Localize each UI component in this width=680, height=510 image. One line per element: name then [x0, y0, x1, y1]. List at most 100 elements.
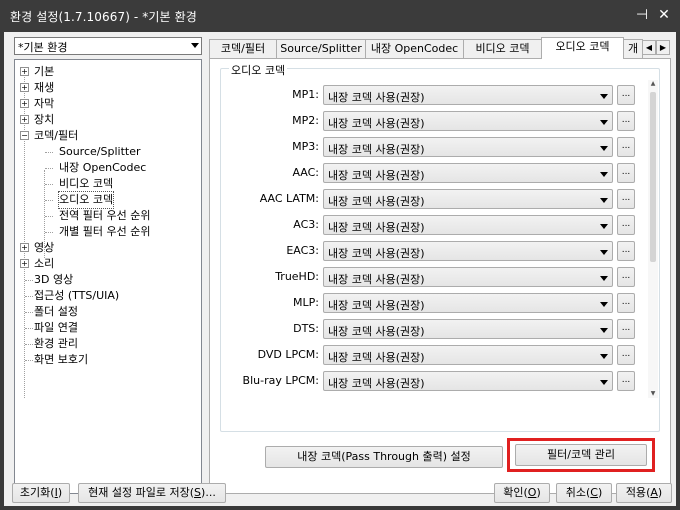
- codec-options-button[interactable]: ...: [617, 241, 635, 261]
- tree-item-label: 화면 보호기: [34, 353, 89, 366]
- codec-dropdown[interactable]: 내장 코덱 사용(권장): [323, 371, 613, 391]
- tree-item-label: 영상: [34, 241, 55, 254]
- tree-item-label: 재생: [34, 81, 55, 94]
- codec-dropdown[interactable]: 내장 코덱 사용(권장): [323, 293, 613, 313]
- codec-options-button[interactable]: ...: [617, 137, 635, 157]
- codec-options-button[interactable]: ...: [617, 267, 635, 287]
- codec-label: MLP:: [293, 296, 319, 309]
- codec-options-button[interactable]: ...: [617, 111, 635, 131]
- ok-button[interactable]: 확인(O): [494, 483, 550, 503]
- ok-label: 확인: [503, 486, 524, 499]
- cancel-label: 취소: [565, 486, 586, 499]
- codec-dropdown[interactable]: 내장 코덱 사용(권장): [323, 241, 613, 261]
- chevron-down-icon: [600, 224, 608, 229]
- audio-codec-group: 오디오 코덱 MP1: 내장 코덱 사용(권장) ... MP2: 내장 코덱 …: [220, 62, 660, 432]
- codec-dropdown-value: 내장 코덱 사용(권장): [328, 273, 425, 286]
- tab-overflow[interactable]: 개: [623, 39, 643, 58]
- codec-dropdown-value: 내장 코덱 사용(권장): [328, 91, 425, 104]
- window-title: 환경 설정(1.7.10667) - *기본 환경: [10, 10, 197, 24]
- expand-icon[interactable]: +: [20, 115, 29, 124]
- tab-scroll-right-icon[interactable]: ▶: [656, 40, 670, 55]
- codec-options-button[interactable]: ...: [617, 319, 635, 339]
- scroll-thumb[interactable]: [650, 92, 656, 262]
- expand-icon[interactable]: +: [20, 243, 29, 252]
- tree-item-label: 폴더 설정: [34, 305, 78, 318]
- codec-options-button[interactable]: ...: [617, 371, 635, 391]
- collapse-icon[interactable]: −: [20, 131, 29, 140]
- tree-item-label: 기본: [34, 65, 55, 78]
- codec-row-mp3: MP3: 내장 코덱 사용(권장) ...: [221, 137, 651, 157]
- codec-row-dvd-lpcm: DVD LPCM: 내장 코덱 사용(권장) ...: [221, 345, 651, 365]
- tab-strip: 코덱/필터 Source/Splitter 내장 OpenCodec 비디오 코…: [209, 37, 671, 59]
- tab-source-splitter[interactable]: Source/Splitter: [276, 39, 366, 58]
- reset-button[interactable]: 초기화(I): [12, 483, 70, 503]
- scroll-down-icon[interactable]: ▼: [649, 390, 657, 398]
- reset-shortcut: I: [54, 486, 58, 499]
- codec-options-button[interactable]: ...: [617, 189, 635, 209]
- tree-guide-line: [25, 296, 33, 297]
- tab-opencodec[interactable]: 내장 OpenCodec: [365, 39, 464, 58]
- pin-icon[interactable]: ⊣: [632, 5, 652, 25]
- codec-dropdown-value: 내장 코덱 사용(권장): [328, 377, 425, 390]
- tree-guide-line: [25, 328, 33, 329]
- expand-icon[interactable]: +: [20, 99, 29, 108]
- codec-row-aac: AAC: 내장 코덱 사용(권장) ...: [221, 163, 651, 183]
- cancel-shortcut: C: [590, 486, 598, 499]
- codec-options-button[interactable]: ...: [617, 293, 635, 313]
- tab-audio-codec[interactable]: 오디오 코덱: [541, 37, 624, 59]
- tree-guide-line: [45, 232, 53, 233]
- profile-dropdown[interactable]: *기본 환경: [14, 37, 202, 55]
- expand-icon[interactable]: +: [20, 259, 29, 268]
- expand-icon[interactable]: +: [20, 67, 29, 76]
- codec-dropdown-value: 내장 코덱 사용(권장): [328, 195, 425, 208]
- chevron-down-icon: [600, 172, 608, 177]
- apply-button[interactable]: 적용(A): [616, 483, 672, 503]
- close-icon[interactable]: ✕: [654, 5, 674, 25]
- tree-guide-line: [45, 184, 53, 185]
- codec-dropdown-value: 내장 코덱 사용(권장): [328, 351, 425, 364]
- save-preset-button[interactable]: 현재 설정 파일로 저장(S)...: [78, 483, 226, 503]
- settings-tree[interactable]: + 기본 + 재생 + 자막 + 장치 − 코덱/필터 Source/Split…: [14, 59, 202, 494]
- codec-label: AC3:: [293, 218, 319, 231]
- codec-dropdown[interactable]: 내장 코덱 사용(권장): [323, 111, 613, 131]
- tab-video-codec[interactable]: 비디오 코덱: [463, 39, 542, 58]
- cancel-button[interactable]: 취소(C): [556, 483, 612, 503]
- codec-dropdown[interactable]: 내장 코덱 사용(권장): [323, 319, 613, 339]
- chevron-down-icon: [600, 94, 608, 99]
- ok-shortcut: O: [527, 486, 537, 499]
- codec-dropdown[interactable]: 내장 코덱 사용(권장): [323, 137, 613, 157]
- expand-icon[interactable]: +: [20, 83, 29, 92]
- codec-row-mp2: MP2: 내장 코덱 사용(권장) ...: [221, 111, 651, 131]
- codec-options-button[interactable]: ...: [617, 163, 635, 183]
- tree-item-label: 소리: [34, 257, 55, 270]
- codec-dropdown-value: 내장 코덱 사용(권장): [328, 143, 425, 156]
- chevron-down-icon: [600, 276, 608, 281]
- codec-dropdown-value: 내장 코덱 사용(권장): [328, 299, 425, 312]
- group-scrollbar[interactable]: ▲ ▼: [648, 80, 658, 398]
- group-title: 오디오 코덱: [229, 62, 288, 78]
- codec-dropdown[interactable]: 내장 코덱 사용(권장): [323, 189, 613, 209]
- tab-scroll-left-icon[interactable]: ◀: [642, 40, 656, 55]
- filter-codec-manage-button[interactable]: 필터/코덱 관리: [515, 444, 647, 466]
- codec-dropdown[interactable]: 내장 코덱 사용(권장): [323, 345, 613, 365]
- codec-dropdown[interactable]: 내장 코덱 사용(권장): [323, 85, 613, 105]
- codec-options-button[interactable]: ...: [617, 215, 635, 235]
- codec-row-mp1: MP1: 내장 코덱 사용(권장) ...: [221, 85, 651, 105]
- save-preset-ellipsis: ...: [205, 486, 216, 499]
- codec-row-eac3: EAC3: 내장 코덱 사용(권장) ...: [221, 241, 651, 261]
- codec-options-button[interactable]: ...: [617, 345, 635, 365]
- tab-codec-filter[interactable]: 코덱/필터: [209, 39, 277, 58]
- tree-guide-line: [25, 344, 33, 345]
- codec-dropdown[interactable]: 내장 코덱 사용(권장): [323, 163, 613, 183]
- tree-item-label: 내장 OpenCodec: [59, 161, 147, 174]
- codec-options-button[interactable]: ...: [617, 85, 635, 105]
- tree-guide-line: [25, 280, 33, 281]
- codec-row-aac-latm: AAC LATM: 내장 코덱 사용(권장) ...: [221, 189, 651, 209]
- codec-dropdown[interactable]: 내장 코덱 사용(권장): [323, 215, 613, 235]
- codec-dropdown[interactable]: 내장 코덱 사용(권장): [323, 267, 613, 287]
- tree-item-label: Source/Splitter: [59, 145, 141, 158]
- codec-dropdown-value: 내장 코덱 사용(권장): [328, 169, 425, 182]
- codec-label: Blu-ray LPCM:: [242, 374, 319, 387]
- scroll-up-icon[interactable]: ▲: [649, 80, 657, 88]
- passthrough-settings-button[interactable]: 내장 코덱(Pass Through 출력) 설정: [265, 446, 503, 468]
